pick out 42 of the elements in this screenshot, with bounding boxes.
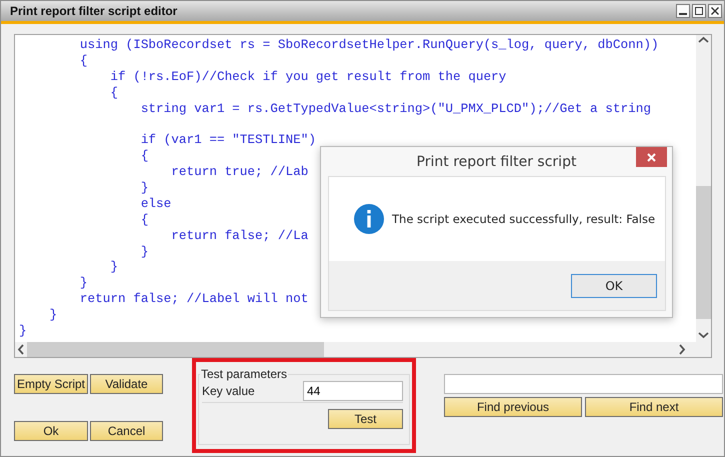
code-line: } [140,244,148,260]
scrollbar-thumb[interactable] [696,186,711,319]
scrollbar-thumb[interactable] [27,342,324,357]
code-line: if (!rs.EoF)//Check if you get result from the query [109,68,506,85]
info-icon [354,204,384,234]
code-line: { [140,148,148,164]
ok-button[interactable]: OK [571,274,657,298]
dialog-message: The script executed successfully, result: False [392,212,656,226]
code-line: return false; //Label will not [78,291,308,308]
code-line: } [140,180,148,196]
code-line: string var1 = rs.GetTypedValue<string>("U_PMX_PLCD");//Get a string [140,100,651,116]
code-line: return false; //La [170,228,308,244]
code-line: using (ISboRecordset rs = SboRecordsetHelper.RunQuery(s_log, query, dbConn)) [78,37,659,53]
code-line: { [78,52,88,69]
maximize-button[interactable] [692,4,706,18]
ok-button[interactable]: Ok [14,421,88,441]
minimize-button[interactable] [676,4,690,18]
find-next-button[interactable]: Find next [585,397,723,417]
window-title: Print report filter script editor [10,4,178,18]
dialog-title: Print report filter script [416,154,576,170]
close-button[interactable] [708,4,722,18]
field-label: Key value [202,384,255,398]
empty-script-button[interactable]: Empty Script [14,374,88,394]
code-line: } [48,307,58,324]
test-button[interactable]: Test [328,409,403,429]
code-line: } [109,259,118,276]
code-line: { [140,212,148,228]
code-line: return true; //Lab [170,164,308,180]
find-previous-button[interactable]: Find previous [444,397,582,417]
maximize-icon [695,7,703,15]
group-title: Test parameters [200,367,288,381]
search-field[interactable] [444,374,723,394]
cancel-button[interactable]: Cancel [90,421,163,441]
close-icon [647,152,656,162]
code-line: } [19,323,27,339]
close-icon [711,7,719,15]
code-line: if (var1 == "TESTLINE") [140,132,316,148]
code-line: { [109,84,118,101]
code-line: else [140,196,172,212]
validate-button[interactable]: Validate [90,374,163,394]
code-line: } [78,275,88,292]
key-value-field[interactable]: 44 [303,381,403,401]
